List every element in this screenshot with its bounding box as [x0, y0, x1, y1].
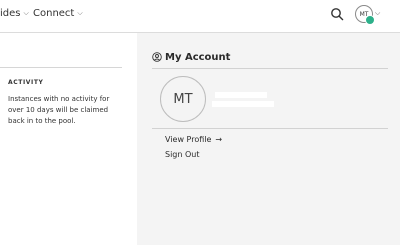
user-circle-icon: [152, 52, 162, 62]
divider: [152, 128, 388, 129]
user-email-redacted: [212, 101, 274, 107]
arrow-right-icon: →: [215, 135, 223, 144]
view-profile-label: View Profile: [165, 135, 212, 144]
sign-out-link[interactable]: Sign Out: [165, 150, 200, 159]
account-title: My Account: [165, 52, 231, 63]
nav-item-label: ides: [0, 8, 21, 19]
top-navigation-bar: ides ⌵ Connect ⌵ MT ⌵: [0, 0, 400, 33]
activity-description: Instances with no activity for over 10 d…: [8, 95, 110, 125]
user-name-redacted: [215, 92, 267, 98]
divider: [152, 68, 388, 69]
status-badge: [365, 15, 375, 25]
chevron-down-icon[interactable]: ⌵: [375, 9, 380, 18]
view-profile-link[interactable]: View Profile →: [165, 135, 222, 144]
nav-item-connect[interactable]: Connect ⌵: [33, 8, 83, 19]
nav-item-guides[interactable]: ides ⌵: [0, 8, 29, 19]
activity-heading: ACTIVITY: [8, 79, 44, 86]
search-icon[interactable]: [330, 7, 344, 21]
divider: [0, 67, 122, 68]
left-panel: [0, 33, 137, 245]
chevron-down-icon: ⌵: [23, 9, 29, 17]
nav-item-label: Connect: [33, 8, 75, 19]
avatar-initials: MT: [173, 91, 193, 107]
chevron-down-icon: ⌵: [77, 9, 83, 17]
account-avatar: MT: [160, 76, 206, 122]
